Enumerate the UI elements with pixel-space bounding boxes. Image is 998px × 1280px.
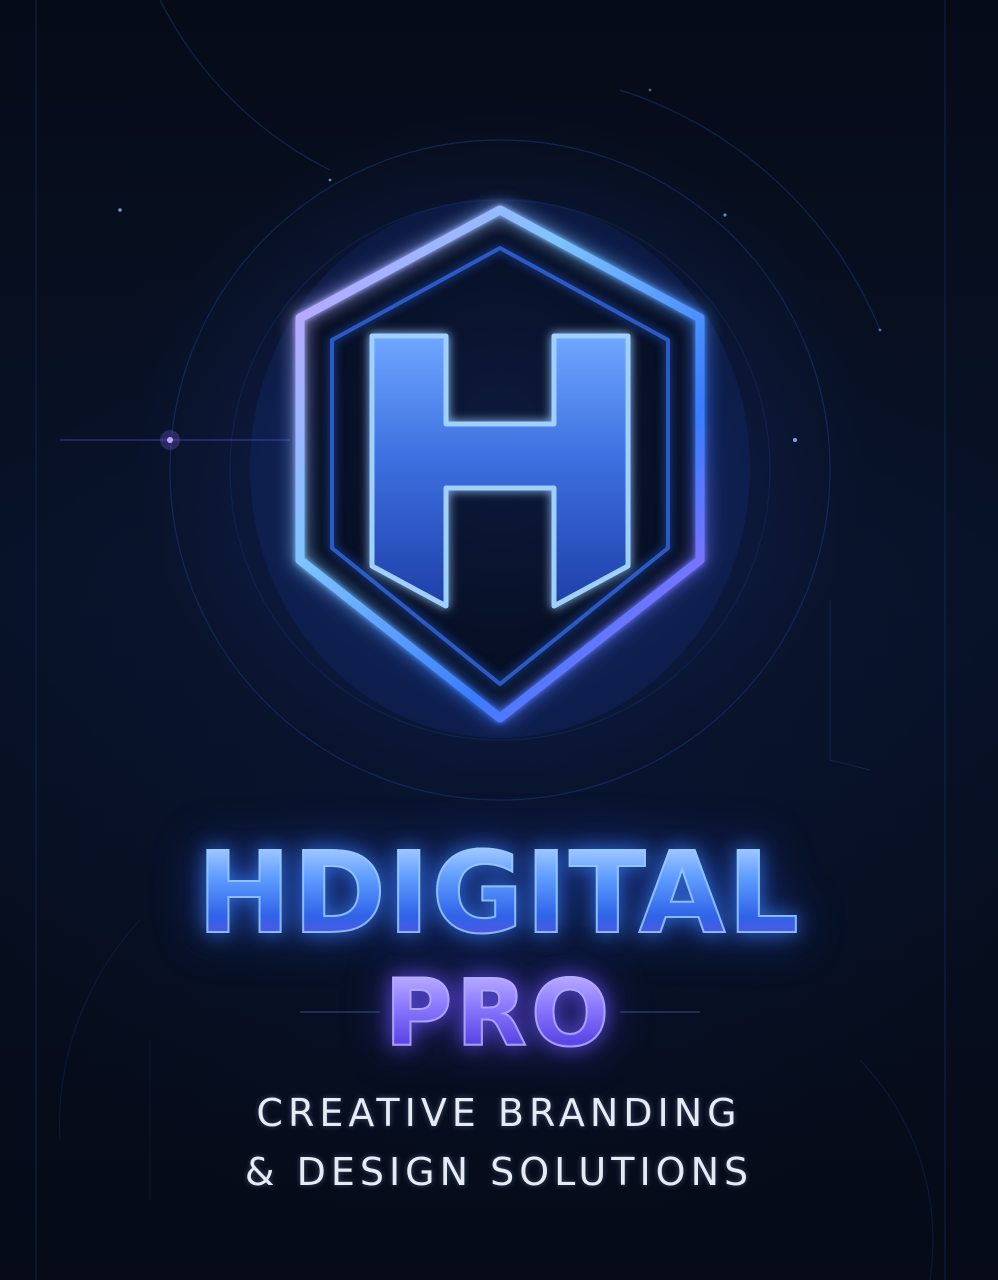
hexagon-shield-h-icon (250, 198, 750, 738)
tagline-line-2: & DESIGN SOLUTIONS (244, 1150, 754, 1194)
brand-title: HDIGITAL (0, 837, 998, 951)
brand-subtitle: PRO (0, 967, 998, 1061)
poster-canvas: HDIGITAL PRO CREATIVE BRANDING & DESIGN … (0, 0, 998, 1280)
tagline-line-1: CREATIVE BRANDING (256, 1091, 742, 1135)
